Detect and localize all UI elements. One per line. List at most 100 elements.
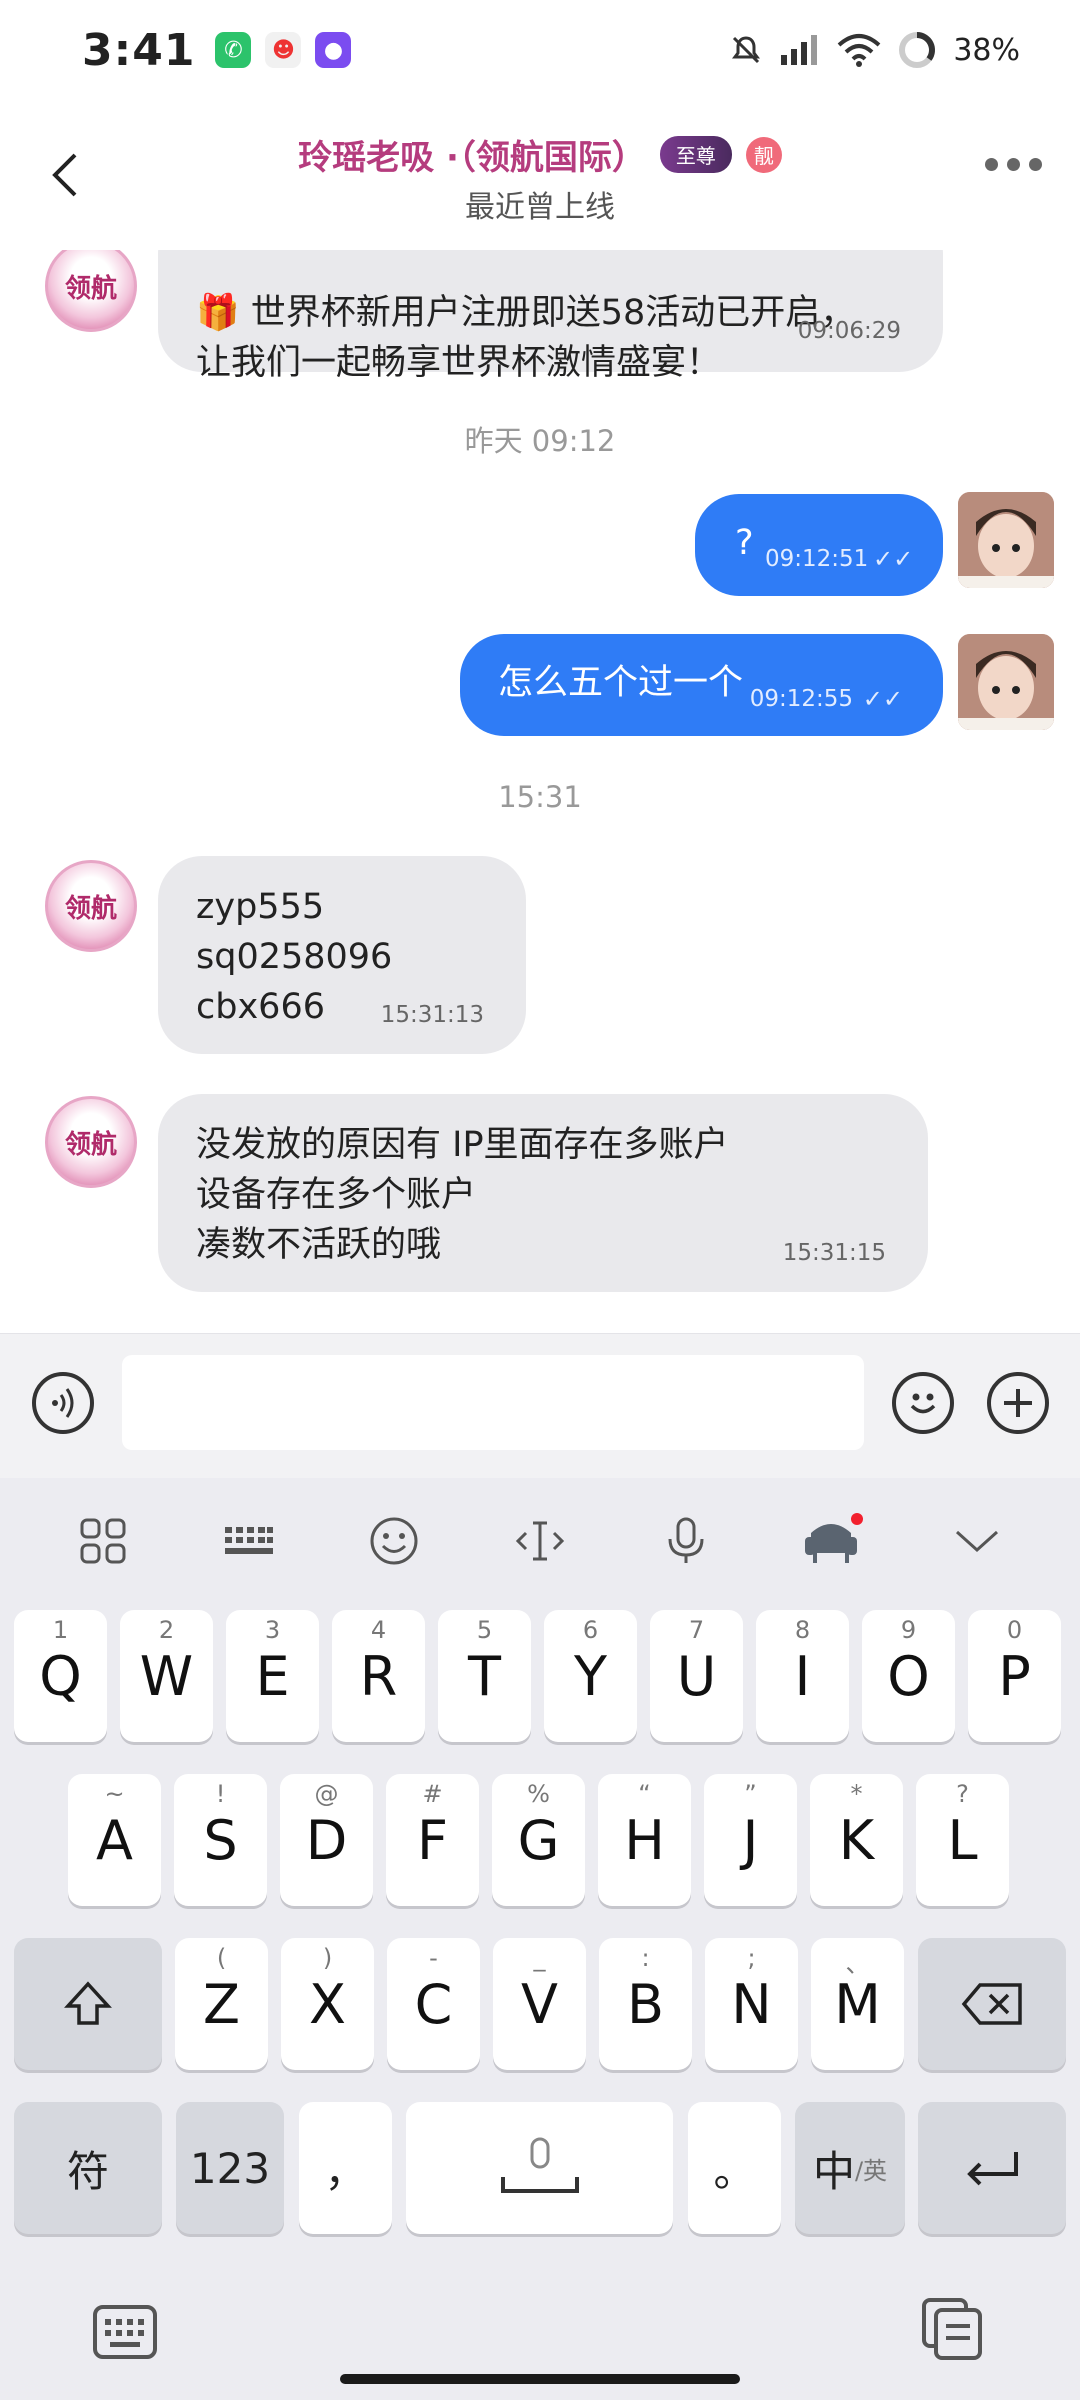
- backspace-key[interactable]: [918, 1938, 1066, 2070]
- key-label: Q: [39, 1644, 82, 1708]
- key-x[interactable]: ) X: [281, 1938, 374, 2070]
- key-label: U: [676, 1644, 717, 1708]
- apps-grid-icon[interactable]: [68, 1506, 138, 1576]
- mic-icon[interactable]: [651, 1506, 721, 1576]
- smile-icon: [910, 1393, 936, 1414]
- contact-name[interactable]: 玲瑶老吸 ·（领航国际）: [298, 130, 646, 179]
- key-sub-label: %: [527, 1780, 550, 1808]
- symbol-key[interactable]: 符: [14, 2102, 162, 2234]
- key-q[interactable]: 1Q: [14, 1610, 107, 1742]
- child-photo-icon: [958, 492, 1054, 588]
- key-l[interactable]: ? L: [916, 1774, 1009, 1906]
- key-sub-label: 4: [370, 1616, 387, 1644]
- contact-avatar[interactable]: 领航: [45, 860, 137, 952]
- key-sub-label: @: [314, 1780, 339, 1808]
- key-sub-label: (: [216, 1944, 227, 1972]
- key-w[interactable]: 2W: [120, 1610, 213, 1742]
- key-sub-label: 8: [794, 1616, 811, 1644]
- key-d[interactable]: @ D: [280, 1774, 373, 1906]
- clown-app-icon: ☻: [265, 32, 302, 68]
- key-o[interactable]: 9O: [862, 1610, 955, 1742]
- key-t[interactable]: 5T: [438, 1610, 531, 1742]
- enter-key[interactable]: [918, 2102, 1066, 2234]
- key-sub-label: ?: [956, 1780, 969, 1808]
- emoji-icon[interactable]: [359, 1506, 429, 1576]
- message-bubble-outgoing[interactable]: ? 09:12:51 ✓✓: [695, 494, 943, 596]
- key-s[interactable]: ! S: [174, 1774, 267, 1906]
- purple-app-icon: ●: [315, 32, 352, 68]
- message-input[interactable]: [122, 1355, 864, 1450]
- signal-icon: [781, 35, 818, 65]
- voice-wave-icon: [52, 1388, 74, 1418]
- key-p[interactable]: 0P: [968, 1610, 1061, 1742]
- message-bubble-outgoing[interactable]: 怎么五个过一个 09:12:55 ✓✓: [460, 634, 943, 736]
- key-r[interactable]: 4R: [332, 1610, 425, 1742]
- key-n[interactable]: ; N: [705, 1938, 798, 2070]
- key-u[interactable]: 7U: [650, 1610, 743, 1742]
- key-label: E: [255, 1644, 290, 1708]
- child-photo-icon: [958, 634, 1054, 730]
- collapse-icon[interactable]: [942, 1506, 1012, 1576]
- key-label: L: [947, 1808, 978, 1872]
- key-sub-label: 7: [688, 1616, 705, 1644]
- voice-input-button[interactable]: [32, 1372, 94, 1434]
- key-y[interactable]: 6Y: [544, 1610, 637, 1742]
- chat-header: 玲瑶老吸 ·（领航国际） 至尊 靓 最近曾上线: [0, 100, 1080, 250]
- emoji-button[interactable]: [892, 1372, 954, 1434]
- key-sub-label: ~: [104, 1780, 125, 1808]
- key-h[interactable]: “H: [598, 1774, 691, 1906]
- key-c[interactable]: -C: [387, 1938, 480, 2070]
- key-label: O: [887, 1644, 930, 1708]
- contact-avatar[interactable]: 领航: [45, 250, 137, 332]
- message-bubble-incoming[interactable]: 🎁 世界杯新用户注册即送58活动已开启， 让我们一起畅享世界杯激情盛宴！ 09:…: [158, 250, 943, 383]
- more-dot-icon: [1029, 158, 1042, 171]
- keyboard-switch-icon[interactable]: [92, 2304, 158, 2364]
- key-sub-label: “: [638, 1780, 651, 1808]
- key-label: K: [838, 1808, 875, 1872]
- number-key[interactable]: 123: [176, 2102, 284, 2234]
- key-sub-label: ”: [744, 1780, 757, 1808]
- key-e[interactable]: 3E: [226, 1610, 319, 1742]
- phone-app-icon: ✆: [215, 32, 252, 68]
- keyboard-layout-icon[interactable]: [214, 1506, 284, 1576]
- space-key[interactable]: [406, 2102, 673, 2234]
- key-m[interactable]: 、 M: [811, 1938, 904, 2070]
- key-sub-label: ): [322, 1944, 333, 1972]
- backspace-icon: [961, 1983, 1022, 2025]
- key-z[interactable]: (Z: [175, 1938, 268, 2070]
- key-g[interactable]: % G: [492, 1774, 585, 1906]
- key-b[interactable]: :B: [599, 1938, 692, 2070]
- my-avatar[interactable]: [958, 492, 1054, 588]
- clipboard-icon[interactable]: [920, 2296, 986, 2366]
- vip-badge: 至尊: [659, 136, 732, 173]
- gesture-nav-bar[interactable]: [340, 2374, 740, 2384]
- contact-avatar[interactable]: 领航: [45, 1096, 137, 1188]
- message-time: 09:12:55: [749, 686, 853, 712]
- period-key[interactable]: 。: [688, 2102, 781, 2234]
- key-i[interactable]: 8I: [756, 1610, 849, 1742]
- language-switch-key[interactable]: 中/英: [795, 2102, 905, 2234]
- key-k[interactable]: * K: [810, 1774, 903, 1906]
- key-v[interactable]: _ V: [493, 1938, 586, 2070]
- key-j[interactable]: ” J: [704, 1774, 797, 1906]
- more-attach-button[interactable]: [987, 1372, 1049, 1434]
- skin-icon[interactable]: [796, 1506, 866, 1576]
- avatar-logo-text: 领航: [64, 273, 117, 304]
- avatar-logo-text: 领航: [64, 1129, 117, 1160]
- key-label: T: [468, 1644, 501, 1708]
- message-bubble-incoming[interactable]: 没发放的原因有 IP里面存在多账户 设备存在多个账户 凑数不活跃的哦 15:31…: [158, 1094, 928, 1292]
- my-avatar[interactable]: [958, 634, 1054, 730]
- more-options-button[interactable]: [985, 158, 1042, 171]
- message-line: 设备存在多个账户: [196, 1175, 477, 1215]
- key-sub-label: _: [533, 1944, 546, 1972]
- shift-key[interactable]: [14, 1938, 162, 2070]
- keyboard-toolbar: [0, 1478, 1080, 1604]
- key-a[interactable]: ~ A: [68, 1774, 161, 1906]
- cursor-icon[interactable]: [505, 1506, 575, 1576]
- message-text: ?: [735, 523, 754, 563]
- read-receipt-icon: ✓✓: [862, 685, 903, 713]
- comma-key[interactable]: ，: [299, 2102, 392, 2234]
- message-bubble-incoming[interactable]: zyp555 sq0258096 cbx666 15:31:13: [158, 856, 526, 1054]
- key-f[interactable]: # F: [386, 1774, 479, 1906]
- chat-message-list[interactable]: 领航 🎁 世界杯新用户注册即送58活动已开启， 让我们一起畅享世界杯激情盛宴！ …: [0, 250, 1080, 1333]
